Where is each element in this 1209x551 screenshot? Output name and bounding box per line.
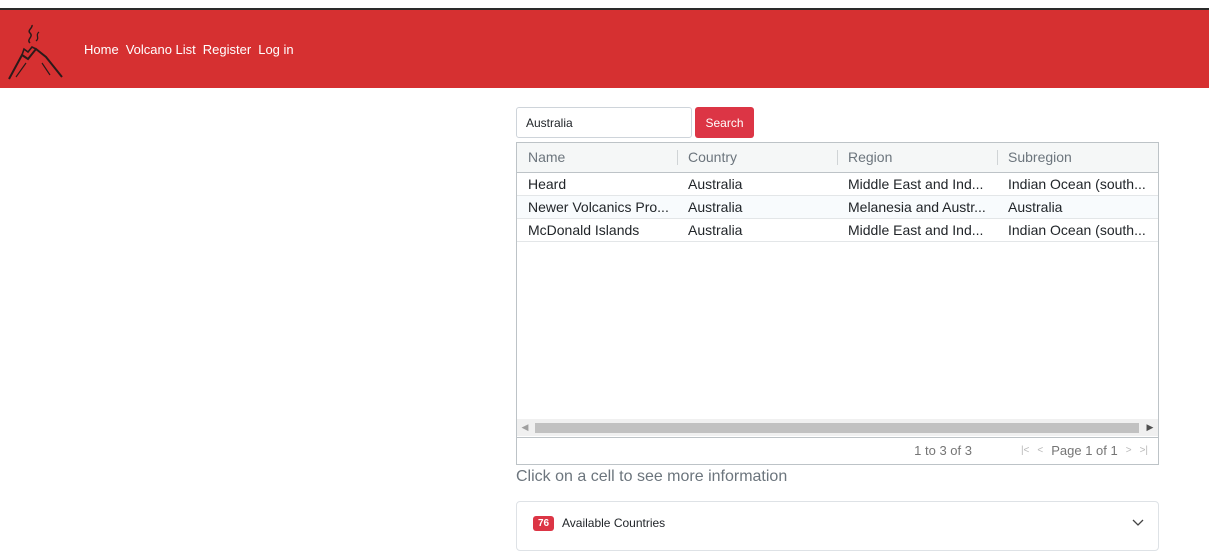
scroll-left-icon[interactable]: ◀: [517, 419, 533, 436]
pager: |< < Page 1 of 1 > >|: [1021, 438, 1148, 464]
first-page-icon[interactable]: |<: [1021, 438, 1029, 464]
nav-register-link[interactable]: Register: [203, 42, 251, 57]
table-row[interactable]: Heard Australia Middle East and Ind... I…: [517, 173, 1158, 196]
cell-country[interactable]: Australia: [677, 173, 837, 195]
scrollbar-thumb[interactable]: [535, 423, 1139, 433]
volcano-icon[interactable]: [6, 19, 64, 81]
country-count-badge: 76: [533, 516, 555, 531]
chevron-down-icon[interactable]: [1132, 516, 1144, 528]
column-header-subregion[interactable]: Subregion: [997, 143, 1158, 172]
column-header-country[interactable]: Country: [677, 143, 837, 172]
cell-country[interactable]: Australia: [677, 196, 837, 218]
nav-volcano-list-link[interactable]: Volcano List: [126, 42, 196, 57]
nav-home-link[interactable]: Home: [84, 42, 119, 57]
accordion-label: Available Countries: [562, 516, 666, 530]
table-row[interactable]: McDonald Islands Australia Middle East a…: [517, 219, 1158, 242]
cell-subregion[interactable]: Indian Ocean (south...: [997, 173, 1158, 195]
search-button[interactable]: Search: [695, 107, 754, 138]
cell-region[interactable]: Melanesia and Austr...: [837, 196, 997, 218]
nav-login-link[interactable]: Log in: [258, 42, 293, 57]
cell-country[interactable]: Australia: [677, 219, 837, 241]
next-page-icon[interactable]: >: [1126, 438, 1132, 464]
grid-hint-text: Click on a cell to see more information: [516, 468, 788, 485]
cell-name[interactable]: Heard: [517, 173, 677, 195]
cell-region[interactable]: Middle East and Ind...: [837, 173, 997, 195]
scroll-right-icon[interactable]: ▶: [1142, 419, 1158, 436]
cell-region[interactable]: Middle East and Ind...: [837, 219, 997, 241]
nav-links: Home Volcano List Register Log in: [84, 42, 301, 57]
cell-subregion[interactable]: Indian Ocean (south...: [997, 219, 1158, 241]
navbar: Home Volcano List Register Log in: [0, 8, 1209, 88]
row-summary: 1 to 3 of 3: [914, 443, 972, 458]
grid-footer: 1 to 3 of 3 |< < Page 1 of 1 > >|: [517, 437, 1158, 464]
search-input[interactable]: [516, 107, 692, 138]
horizontal-scrollbar[interactable]: ◀ ▶: [517, 419, 1158, 436]
cell-name[interactable]: McDonald Islands: [517, 219, 677, 241]
available-countries-accordion[interactable]: 76 Available Countries: [516, 501, 1159, 551]
column-header-name[interactable]: Name: [517, 143, 677, 172]
cell-subregion[interactable]: Australia: [997, 196, 1158, 218]
top-strip: [0, 0, 1209, 8]
last-page-icon[interactable]: >|: [1140, 438, 1148, 464]
previous-page-icon[interactable]: <: [1037, 438, 1043, 464]
cell-name[interactable]: Newer Volcanics Pro...: [517, 196, 677, 218]
grid-header: Name Country Region Subregion: [517, 143, 1158, 173]
table-row[interactable]: Newer Volcanics Pro... Australia Melanes…: [517, 196, 1158, 219]
volcano-grid: Name Country Region Subregion Heard Aust…: [516, 142, 1159, 465]
page-indicator: Page 1 of 1: [1051, 443, 1118, 458]
column-header-region[interactable]: Region: [837, 143, 997, 172]
